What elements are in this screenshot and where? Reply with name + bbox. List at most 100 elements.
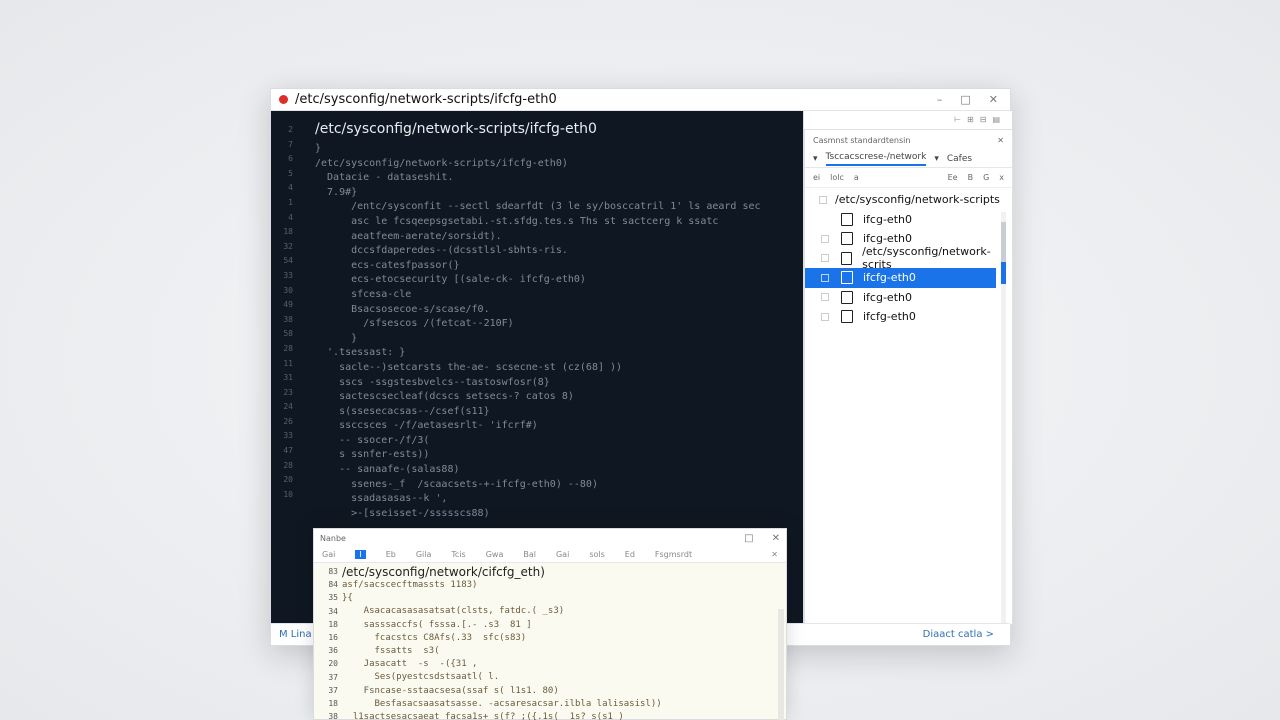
file-icon: [841, 290, 853, 304]
line-number: 4: [288, 212, 293, 222]
code-line: -- sanaafe-(salas88): [315, 464, 460, 476]
checkbox[interactable]: [821, 273, 829, 282]
menu-item[interactable]: Gila: [416, 550, 432, 559]
close-icon[interactable]: ✕: [997, 136, 1004, 145]
tool-ei[interactable]: ei: [813, 173, 820, 182]
tree-item[interactable]: ifcg-eth0: [805, 210, 1012, 230]
file-icon: [840, 251, 853, 265]
code-line: Bsacsosecoe-s/scase/f0.: [315, 303, 490, 315]
maximize-button[interactable]: □: [744, 533, 753, 544]
tree-item-label: ifcfg-eth0: [863, 310, 916, 324]
code-line: s ssnfer-ests)): [315, 449, 430, 461]
tree-root[interactable]: /etc/sysconfig/network-scripts: [805, 190, 1012, 210]
menu-item[interactable]: I: [355, 550, 366, 559]
file-dialog-toolbar: ei lolc a Ee B G x: [805, 168, 1012, 188]
code-line: }: [315, 332, 358, 344]
file-icon: [841, 271, 853, 285]
code-line: /etc/sysconfig/network-scripts/ifcfg-eth…: [315, 157, 568, 169]
minimize-button[interactable]: –: [937, 93, 943, 106]
secondary-code[interactable]: /etc/sysconfig/network/cifcfg_eth) asf/s…: [342, 565, 662, 720]
panel-tool-icon[interactable]: ⊢: [954, 115, 961, 124]
line-number: 33: [283, 431, 293, 441]
code-line: l1sactsesacsaeat facsa1s+ s(f? ;({.1s( 1…: [342, 711, 624, 720]
line-number: 54: [283, 256, 293, 266]
tool-lolc[interactable]: lolc: [830, 173, 844, 182]
checkbox[interactable]: [821, 254, 829, 263]
tree-item-label: ifcfg-eth0: [863, 271, 916, 285]
line-number: 4: [288, 183, 293, 193]
code-line: asf/sacscecftmassts 1183): [342, 580, 478, 590]
code-line: Fsncase-sstaacsesa(ssaf s( l1s1. 80): [342, 685, 559, 696]
status-left[interactable]: M Lina: [279, 629, 312, 640]
line-number: 33: [283, 270, 293, 280]
code-line: s(ssesecacsas--/csef(s11}: [315, 405, 490, 417]
checkbox[interactable]: [821, 234, 829, 243]
window-controls: – □ ✕: [937, 93, 998, 106]
code-line: aeatfeem-aerate/sorsidt).: [315, 230, 502, 242]
line-number: 83: [328, 567, 338, 576]
line-number: 16: [328, 632, 338, 642]
checkbox[interactable]: [819, 195, 827, 204]
code-line: fcacstcs C8Afs(.33 sfc(s83): [342, 632, 527, 643]
checkbox[interactable]: [821, 293, 829, 302]
checkbox[interactable]: [821, 312, 829, 321]
status-right[interactable]: Diaact catla >: [923, 629, 994, 640]
line-number: 38: [283, 314, 293, 324]
code-line: dccsfdaperedes--(dcsstlsl-sbhts-ris.: [315, 245, 568, 257]
record-dot-icon: [279, 95, 288, 104]
file-icon: [841, 212, 853, 226]
tool-b[interactable]: B: [968, 173, 974, 182]
line-number: 20: [283, 475, 293, 485]
panel-tool-icon[interactable]: ⊟: [980, 115, 987, 124]
code-line: sacle--)setcarsts the-ae- scsecne-st (cz…: [315, 361, 623, 373]
tree-item[interactable]: ifcg-eth0: [805, 288, 1012, 308]
panel-tool-icon[interactable]: ▤: [992, 115, 1000, 124]
maximize-button[interactable]: □: [960, 93, 970, 106]
scrollbar-thumb[interactable]: [1001, 262, 1006, 284]
line-number: 11: [283, 358, 293, 368]
code-line: /sfsescos /(fetcat--210F): [315, 318, 514, 330]
tree-item[interactable]: /etc/sysconfig/network-scrits: [805, 245, 1012, 271]
file-icon: [841, 310, 853, 324]
close-button[interactable]: ✕: [989, 93, 998, 106]
close-icon[interactable]: ✕: [771, 550, 778, 559]
menu-item[interactable]: Eb: [386, 550, 396, 559]
code-line: >-[sseisset-/ssssscs88): [315, 507, 490, 519]
tool-ee[interactable]: Ee: [948, 173, 958, 182]
menu-item[interactable]: Ed: [625, 550, 635, 559]
secondary-scrollbar[interactable]: [778, 609, 784, 720]
panel-tool-icon[interactable]: ⊞: [967, 115, 974, 124]
code-area[interactable]: /etc/sysconfig/network-scripts/ifcfg-eth…: [315, 121, 803, 522]
menu-item[interactable]: Gwa: [486, 550, 504, 559]
close-button[interactable]: ✕: [772, 533, 780, 544]
tab-cafes[interactable]: Cafes: [947, 154, 972, 164]
tree-item[interactable]: ifcfg-eth0: [805, 307, 1012, 327]
tool-x[interactable]: x: [999, 173, 1004, 182]
tool-g[interactable]: G: [983, 173, 989, 182]
chevron-down-icon[interactable]: ▾: [934, 154, 939, 164]
menu-item[interactable]: Gai: [556, 550, 569, 559]
menu-item[interactable]: sols: [589, 550, 604, 559]
line-number: 47: [283, 446, 293, 456]
tool-a[interactable]: a: [854, 173, 859, 182]
tree-item-label: ifcg-eth0: [863, 212, 912, 226]
menu-item[interactable]: Gai: [322, 550, 335, 559]
code-line: sscs -ssgstesbvelcs--tastoswfosr(8}: [315, 376, 550, 388]
secondary-titlebar: Nanbe □ ✕: [314, 529, 786, 547]
menu-item[interactable]: Tcis: [451, 550, 465, 559]
line-number: 10: [283, 489, 293, 499]
tree-item-selected[interactable]: ifcfg-eth0: [805, 268, 996, 288]
tree-scrollbar[interactable]: [1001, 212, 1006, 632]
line-number: 1: [288, 197, 293, 207]
line-number: 35: [328, 593, 338, 603]
menu-item[interactable]: Fsgmsrdt: [655, 550, 692, 559]
code-line: ecs-etocsecurity [(sale-ck- ifcfg-eth0): [315, 274, 586, 286]
line-number: 37: [328, 685, 338, 695]
secondary-title: Nanbe: [320, 533, 346, 543]
tab-network[interactable]: Tsccacscrese-/network: [825, 152, 927, 166]
scrollbar-track-thumb[interactable]: [1001, 222, 1006, 262]
chevron-down-icon[interactable]: ▾: [813, 154, 818, 164]
line-number: 34: [328, 606, 338, 616]
menu-item[interactable]: Bal: [523, 550, 536, 559]
code-line: /entc/sysconfit --sectl sdearfdt (3 le s…: [315, 201, 761, 213]
